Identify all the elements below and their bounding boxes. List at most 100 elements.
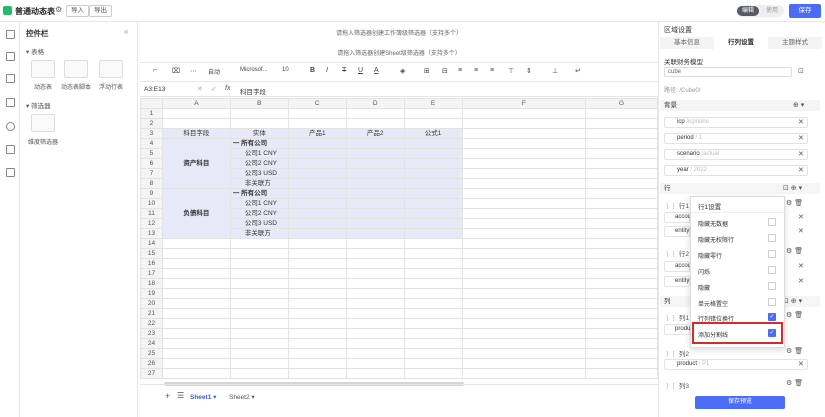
cell[interactable] — [287, 158, 347, 169]
remove-icon[interactable]: ✕ — [798, 134, 804, 142]
cell[interactable] — [345, 348, 405, 359]
border-icon[interactable]: ⊞ — [424, 67, 430, 75]
row-tools-icon[interactable]: ⊡ ⊕ ▾ — [783, 184, 802, 192]
row-header[interactable]: 11 — [140, 208, 163, 219]
row-header[interactable]: 8 — [140, 178, 163, 189]
cell[interactable] — [287, 118, 347, 129]
cell[interactable]: 公司3 USD — [229, 218, 289, 229]
cell[interactable] — [161, 288, 231, 299]
cell[interactable] — [345, 178, 405, 189]
model-settings-icon[interactable]: ⊡ — [798, 67, 804, 75]
cell[interactable] — [585, 118, 658, 129]
option-checkbox[interactable] — [768, 282, 776, 290]
col1-label[interactable]: ⋮⋮ 列1 — [664, 312, 689, 322]
function-icon[interactable]: fx — [225, 85, 230, 92]
cell[interactable] — [287, 218, 347, 229]
row1-entity[interactable]: entity — [664, 226, 690, 237]
cell[interactable] — [403, 238, 463, 249]
cell[interactable] — [345, 168, 405, 179]
cell[interactable] — [345, 318, 405, 329]
add-dimension-icon[interactable]: ⊕ ▾ — [793, 101, 804, 109]
cell[interactable] — [345, 188, 405, 199]
remove-icon[interactable]: ✕ — [798, 360, 804, 368]
cell[interactable] — [287, 228, 347, 239]
cell[interactable] — [403, 148, 463, 159]
cell[interactable] — [345, 338, 405, 349]
cell[interactable] — [161, 238, 231, 249]
cell[interactable] — [403, 138, 463, 149]
cell[interactable] — [585, 308, 658, 319]
wrap-icon[interactable]: ↵ — [575, 67, 581, 75]
option-checkbox-checked[interactable]: ✓ — [768, 313, 776, 321]
cell[interactable] — [461, 328, 587, 339]
cell[interactable] — [161, 298, 231, 309]
col-header[interactable]: F — [461, 98, 587, 109]
cell[interactable] — [461, 308, 587, 319]
cell[interactable] — [585, 368, 658, 379]
cell[interactable] — [585, 148, 658, 159]
cell[interactable]: 实体 — [229, 128, 289, 139]
align-left-icon[interactable]: ≡ — [458, 67, 462, 74]
cell[interactable] — [287, 138, 347, 149]
cell[interactable] — [287, 308, 347, 319]
tab-sheet1[interactable]: Sheet1 ▾ — [190, 393, 216, 401]
cell[interactable] — [403, 328, 463, 339]
cell[interactable] — [403, 258, 463, 269]
cell[interactable] — [229, 248, 289, 259]
cell[interactable]: 一 所有公司 — [229, 138, 289, 149]
layers-icon[interactable] — [6, 168, 15, 177]
cell[interactable]: 公司2 CNY — [229, 158, 289, 169]
save-button[interactable]: 保存 — [789, 4, 821, 18]
cell[interactable] — [287, 348, 347, 359]
cell[interactable] — [585, 258, 658, 269]
cell[interactable] — [461, 198, 587, 209]
cell[interactable] — [345, 278, 405, 289]
cell[interactable] — [585, 228, 658, 239]
cell[interactable] — [461, 318, 587, 329]
cell[interactable] — [345, 208, 405, 219]
cell[interactable] — [403, 108, 463, 119]
sheet-filter-hint[interactable]: 请拖入筛选器创建Sheet级筛选器（支持多个） — [140, 48, 658, 57]
cell[interactable] — [461, 348, 587, 359]
cell[interactable] — [461, 188, 587, 199]
cell[interactable] — [403, 368, 463, 379]
cell[interactable] — [585, 238, 658, 249]
align-right-icon[interactable]: ≡ — [490, 67, 494, 74]
remove-icon[interactable]: ✕ — [798, 227, 804, 235]
row-header[interactable]: 20 — [140, 298, 163, 309]
mode-use-option[interactable]: 使用 — [761, 6, 783, 16]
fill-color-icon[interactable]: ◈ — [400, 67, 405, 75]
cell[interactable] — [585, 318, 658, 329]
cell[interactable] — [345, 218, 405, 229]
cell[interactable] — [161, 358, 231, 369]
bg-item-scenario[interactable]: scenario /actual — [664, 149, 808, 160]
col2-product[interactable]: product / P1 — [664, 359, 808, 370]
cell[interactable]: 公司1 CNY — [229, 198, 289, 209]
valign-bottom-icon[interactable]: ⊥ — [552, 67, 558, 75]
cell[interactable] — [585, 128, 658, 139]
row-header[interactable]: 21 — [140, 308, 163, 319]
row2-actions-icon[interactable]: ⚙ 🗑 — [786, 247, 803, 255]
remove-icon[interactable]: ✕ — [798, 150, 804, 158]
cell[interactable] — [229, 308, 289, 319]
cell[interactable] — [287, 198, 347, 209]
cell-reference[interactable]: A3:E13 — [144, 86, 165, 93]
cell[interactable] — [345, 148, 405, 159]
list-icon[interactable] — [6, 52, 15, 61]
col-header[interactable]: A — [161, 98, 231, 109]
remove-icon[interactable]: ✕ — [798, 213, 804, 221]
cell[interactable] — [345, 238, 405, 249]
spreadsheet-grid[interactable]: ABCDEFG 1 2 3 科目字段 实体 产品1 产品2 公式1 4 资产科目一 所有公司… — [140, 98, 658, 383]
cell[interactable] — [585, 178, 658, 189]
import-button[interactable]: 导入 — [66, 5, 89, 17]
bg-item-icp[interactable]: icp /icpnone — [664, 117, 808, 128]
cell[interactable] — [403, 228, 463, 239]
image-icon[interactable] — [6, 98, 15, 107]
row-header[interactable]: 26 — [140, 358, 163, 369]
cell[interactable] — [345, 228, 405, 239]
row2-account[interactable]: accou — [664, 261, 691, 272]
cell[interactable] — [287, 238, 347, 249]
cell[interactable] — [403, 168, 463, 179]
cell[interactable] — [461, 148, 587, 159]
col2-actions-icon[interactable]: ⚙ 🗑 — [786, 347, 803, 355]
